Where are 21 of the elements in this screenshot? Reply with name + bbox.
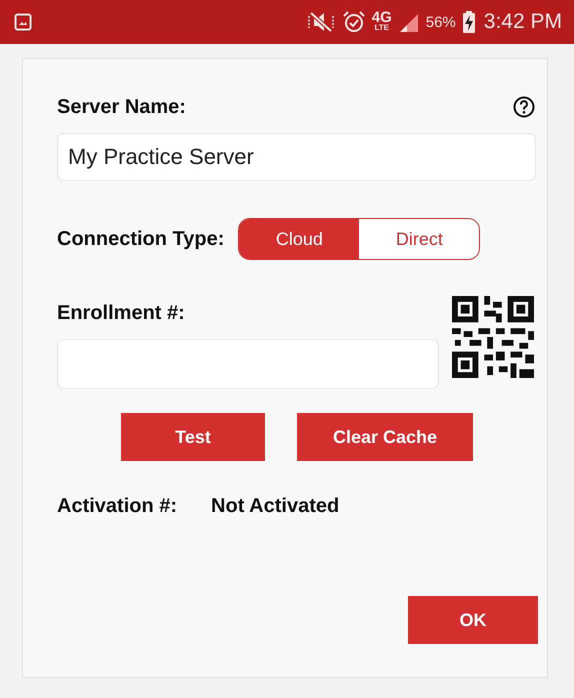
battery-level: 56% — [426, 14, 456, 30]
connection-type-option[interactable]: Direct — [359, 219, 480, 259]
ok-button[interactable]: OK — [408, 596, 538, 644]
server-name-field[interactable]: My Practice Server — [57, 133, 536, 181]
enrollment-label: Enrollment #: — [57, 302, 186, 325]
clear-cache-button[interactable]: Clear Cache — [297, 413, 473, 461]
qr-code-icon[interactable] — [452, 296, 534, 378]
server-name-label: Server Name: — [57, 96, 186, 118]
alarm-clock-icon — [342, 10, 366, 34]
mute-icon — [306, 11, 336, 33]
image-icon — [14, 13, 32, 31]
test-button[interactable]: Test — [121, 413, 265, 461]
battery-charging-icon — [462, 10, 476, 34]
activation-label: Activation #: — [57, 495, 178, 518]
connection-type-label: Connection Type: — [57, 228, 224, 250]
enrollment-field[interactable] — [57, 339, 439, 389]
clock-time: 3:42 PM — [484, 10, 562, 34]
network-type: 4G LTE — [372, 12, 392, 32]
connection-type-option[interactable]: Cloud — [239, 219, 360, 259]
help-icon[interactable] — [513, 96, 535, 118]
activation-status: Not Activated — [211, 495, 340, 518]
